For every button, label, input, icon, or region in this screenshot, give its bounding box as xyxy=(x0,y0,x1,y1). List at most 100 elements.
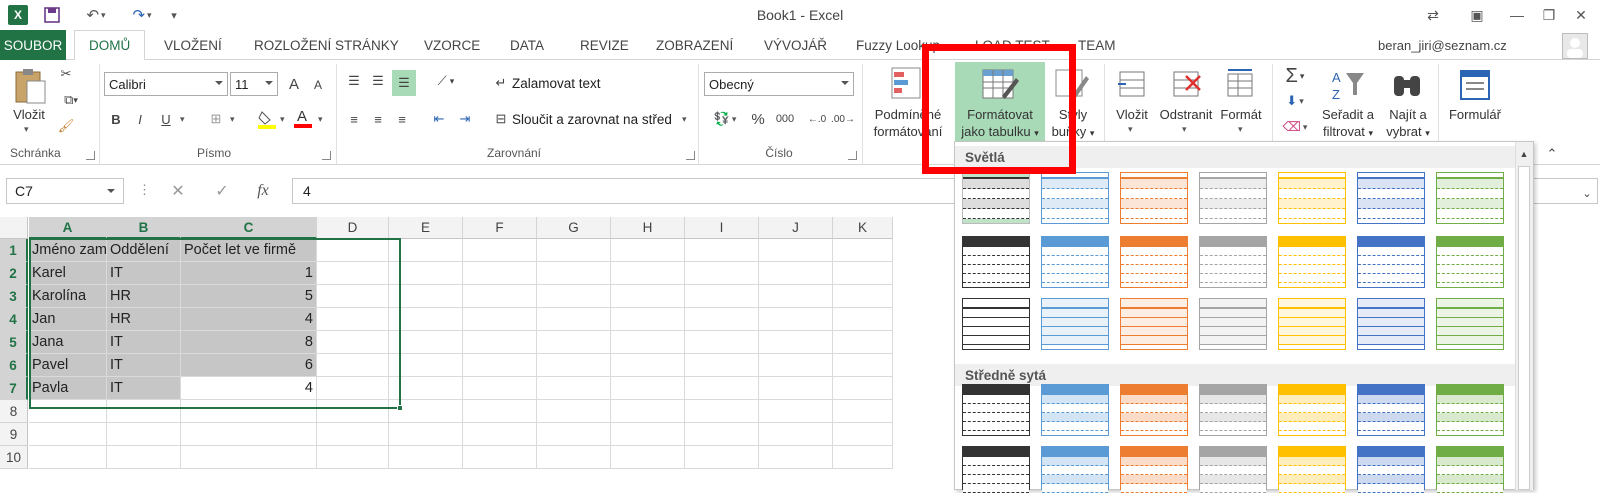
table-style-swatch[interactable] xyxy=(1357,298,1425,350)
increase-decimal-icon[interactable]: ←.0 xyxy=(806,108,828,130)
column-header-b[interactable]: B xyxy=(107,217,181,239)
tab-file[interactable]: SOUBOR xyxy=(0,30,66,60)
cell-i7[interactable] xyxy=(685,377,759,400)
cell-e8[interactable] xyxy=(389,400,463,423)
table-style-swatch[interactable] xyxy=(1041,384,1109,436)
font-color-icon[interactable]: A xyxy=(292,106,314,130)
font-size-combo[interactable]: 11 xyxy=(230,72,278,96)
table-style-swatch[interactable] xyxy=(962,446,1030,493)
table-style-swatch[interactable] xyxy=(1120,172,1188,224)
row-header-8[interactable]: 8 xyxy=(0,400,28,423)
tab-developer[interactable]: VÝVOJÁŘ xyxy=(764,30,827,60)
cell-g6[interactable] xyxy=(537,354,611,377)
cell-c4[interactable]: 4 xyxy=(181,308,317,331)
table-style-swatch[interactable] xyxy=(1278,236,1346,288)
insert-function-icon[interactable]: fx xyxy=(246,180,280,202)
thousands-button[interactable]: 000 xyxy=(772,108,798,130)
cell-f6[interactable] xyxy=(463,354,537,377)
cell-a2[interactable]: Karel xyxy=(29,262,107,285)
name-box[interactable]: C7 xyxy=(6,178,124,204)
tab-review[interactable]: REVIZE xyxy=(580,30,629,60)
cell-e7[interactable] xyxy=(389,377,463,400)
wrap-text-button[interactable]: Zalamovat text xyxy=(512,76,601,91)
tab-formulas[interactable]: VZORCE xyxy=(424,30,480,60)
cell-j10[interactable] xyxy=(759,446,833,469)
column-header-e[interactable]: E xyxy=(389,217,463,239)
table-style-swatch[interactable] xyxy=(1120,446,1188,493)
wrap-text-icon[interactable]: ↵ xyxy=(492,72,510,94)
cell-k1[interactable] xyxy=(833,239,893,262)
insert-dropdown-icon[interactable]: ▾ xyxy=(1128,124,1133,135)
table-style-swatch[interactable] xyxy=(962,384,1030,436)
cell-g5[interactable] xyxy=(537,331,611,354)
cell-g8[interactable] xyxy=(537,400,611,423)
table-style-swatch[interactable] xyxy=(1120,298,1188,350)
copy-icon[interactable]: ⧉ ▾ xyxy=(54,90,88,110)
cell-j7[interactable] xyxy=(759,377,833,400)
cell-i10[interactable] xyxy=(685,446,759,469)
cell-k4[interactable] xyxy=(833,308,893,331)
cell-f4[interactable] xyxy=(463,308,537,331)
table-style-swatch[interactable] xyxy=(1199,384,1267,436)
table-style-swatch[interactable] xyxy=(962,236,1030,288)
delete-cells-button[interactable]: Odstranit xyxy=(1156,106,1216,123)
cell-j3[interactable] xyxy=(759,285,833,308)
find-select-button[interactable]: Najít a vybrat ▾ xyxy=(1382,106,1434,142)
row-header-10[interactable]: 10 xyxy=(0,446,28,469)
cell-j9[interactable] xyxy=(759,423,833,446)
table-style-swatch[interactable] xyxy=(1436,384,1504,436)
cell-k7[interactable] xyxy=(833,377,893,400)
cell-d10[interactable] xyxy=(317,446,389,469)
column-header-c[interactable]: C xyxy=(181,217,317,239)
scroll-up-icon[interactable]: ▲ xyxy=(1515,146,1533,162)
table-style-swatch[interactable] xyxy=(1041,172,1109,224)
cell-i8[interactable] xyxy=(685,400,759,423)
column-header-h[interactable]: H xyxy=(611,217,685,239)
tab-team[interactable]: TEAM xyxy=(1078,30,1116,60)
cell-b6[interactable]: IT xyxy=(107,354,181,377)
cell-e10[interactable] xyxy=(389,446,463,469)
table-style-swatch[interactable] xyxy=(1357,384,1425,436)
delete-cells-icon[interactable] xyxy=(1168,66,1204,102)
table-style-swatch[interactable] xyxy=(1199,298,1267,350)
cell-i2[interactable] xyxy=(685,262,759,285)
font-name-combo[interactable]: Calibri xyxy=(104,72,228,96)
row-header-2[interactable]: 2 xyxy=(0,262,28,285)
cell-h1[interactable] xyxy=(611,239,685,262)
full-screen-icon[interactable]: ⇄ xyxy=(1420,4,1446,26)
collapse-ribbon-icon[interactable]: ⌃ xyxy=(1540,144,1564,164)
cell-j1[interactable] xyxy=(759,239,833,262)
cell-e4[interactable] xyxy=(389,308,463,331)
avatar[interactable] xyxy=(1562,33,1588,59)
cell-b4[interactable]: HR xyxy=(107,308,181,331)
format-dropdown-icon[interactable]: ▾ xyxy=(1238,124,1243,135)
cell-f1[interactable] xyxy=(463,239,537,262)
cell-c2[interactable]: 1 xyxy=(181,262,317,285)
merge-center-button[interactable]: Sloučit a zarovnat na střed xyxy=(512,112,672,127)
cell-g1[interactable] xyxy=(537,239,611,262)
cell-g3[interactable] xyxy=(537,285,611,308)
cell-e1[interactable] xyxy=(389,239,463,262)
borders-icon[interactable]: ⊞ xyxy=(204,108,228,130)
align-top-icon[interactable]: ☰ xyxy=(344,70,364,92)
tab-data[interactable]: DATA xyxy=(510,30,544,60)
cell-g2[interactable] xyxy=(537,262,611,285)
font-launcher-icon[interactable] xyxy=(322,151,331,160)
cell-h3[interactable] xyxy=(611,285,685,308)
gallery-scroll-thumb[interactable] xyxy=(1518,166,1530,490)
cell-k10[interactable] xyxy=(833,446,893,469)
cell-f10[interactable] xyxy=(463,446,537,469)
table-style-swatch[interactable] xyxy=(1278,298,1346,350)
cell-i5[interactable] xyxy=(685,331,759,354)
table-style-swatch[interactable] xyxy=(962,172,1030,224)
cell-h6[interactable] xyxy=(611,354,685,377)
minimize-icon[interactable]: — xyxy=(1504,4,1530,26)
cell-a9[interactable] xyxy=(29,423,107,446)
table-style-swatch[interactable] xyxy=(1278,384,1346,436)
cell-a4[interactable]: Jan xyxy=(29,308,107,331)
cell-e6[interactable] xyxy=(389,354,463,377)
number-format-combo[interactable]: Obecný xyxy=(704,72,854,96)
cell-j4[interactable] xyxy=(759,308,833,331)
cell-b7[interactable]: IT xyxy=(107,377,181,400)
fill-handle[interactable] xyxy=(397,405,403,411)
